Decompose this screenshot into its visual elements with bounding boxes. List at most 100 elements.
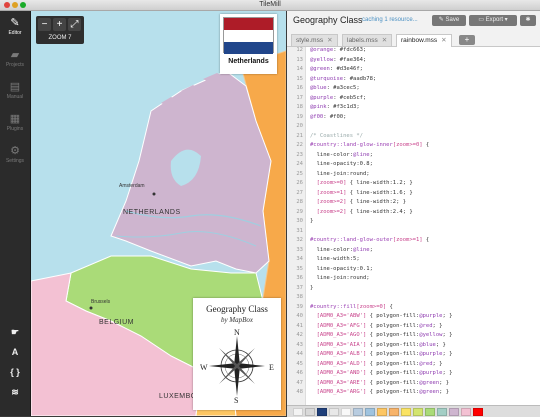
color-swatch[interactable]: [317, 408, 327, 416]
map-viewport[interactable]: Amsterdam NETHERLANDS Brussels BELGIUM L…: [31, 11, 286, 416]
pointer-icon[interactable]: ☛: [8, 325, 22, 339]
compass-s: S: [234, 396, 239, 405]
legend-subtitle: by MapBox: [220, 316, 254, 324]
folder-icon: ▰: [10, 49, 20, 61]
line-number: 40: [296, 313, 303, 319]
color-swatch[interactable]: [353, 408, 363, 416]
color-swatch[interactable]: [365, 408, 375, 416]
line-number: 31: [296, 227, 303, 234]
zoom-control: − + ⤢ ZOOM 7: [36, 16, 84, 44]
sidebar-item-label: Projects: [5, 62, 25, 68]
code-line: }: [310, 284, 314, 291]
save-button[interactable]: ✎ Save: [432, 15, 466, 26]
code-line: [ADM0_A3='ABW'] { polygon-fill:@purple; …: [316, 313, 453, 319]
sidebar-item-projects[interactable]: ▰ Projects: [0, 49, 30, 68]
tab-labels-mss[interactable]: labels.mss ✕: [342, 34, 393, 46]
code-line: line-width:5;: [310, 256, 360, 262]
close-icon[interactable]: ✕: [327, 37, 332, 44]
line-number: 42: [296, 332, 303, 338]
line-number: 17: [296, 94, 303, 101]
code-line: @orange: #fdc663;: [310, 47, 367, 53]
color-swatch-bar: [287, 405, 540, 417]
line-number: 48: [296, 389, 303, 395]
add-tab-button[interactable]: +: [459, 35, 475, 45]
flag-stripe-white: [224, 30, 273, 42]
zoom-in-button[interactable]: +: [53, 18, 66, 31]
braces-icon[interactable]: { }: [8, 365, 22, 379]
line-number: 36: [296, 275, 303, 281]
sidebar-item-settings[interactable]: ⚙ Settings: [0, 145, 30, 164]
line-number: 32: [296, 237, 303, 243]
color-swatch[interactable]: [341, 408, 351, 416]
font-icon[interactable]: A: [8, 345, 22, 359]
line-number: 15: [296, 75, 303, 82]
color-swatch[interactable]: [293, 408, 303, 416]
zoom-level-label: ZOOM 7: [48, 35, 72, 41]
code-line: [ADM0_A3='ARG'] { polygon-fill:@green; }: [316, 389, 450, 395]
compass-rose-icon: [209, 336, 265, 396]
color-swatch[interactable]: [413, 408, 423, 416]
export-button[interactable]: ▭ Export ▾: [469, 15, 517, 26]
code-line: line-color:@line;: [310, 246, 373, 253]
sidebar-item-editor[interactable]: ✎ Editor: [0, 17, 30, 36]
line-number: 26: [296, 180, 303, 186]
color-swatch[interactable]: [329, 408, 339, 416]
line-number: 18: [296, 104, 303, 110]
pencil-icon: ✎: [10, 17, 20, 29]
code-line: [ADM0_A3='ALB'] { polygon-fill:@purple; …: [316, 351, 453, 357]
status-text: caching 1 resource...: [362, 17, 418, 23]
line-number: 38: [296, 294, 303, 300]
sidebar-item-label: Settings: [5, 158, 25, 164]
tab-rainbow-mss[interactable]: rainbow.mss ✕: [396, 34, 452, 47]
color-swatch[interactable]: [437, 408, 447, 416]
line-number: 35: [296, 265, 303, 272]
code-line: @blue: #a3cec5;: [310, 85, 360, 91]
color-swatch[interactable]: [305, 408, 315, 416]
flag-caption: Netherlands: [228, 58, 269, 65]
color-swatch[interactable]: [461, 408, 471, 416]
belgium-label: BELGIUM: [99, 319, 135, 326]
color-swatch[interactable]: [377, 408, 387, 416]
stylesheet-tabs: style.mss ✕ labels.mss ✕ rainbow.mss ✕ +: [287, 32, 540, 47]
line-number: 45: [296, 360, 303, 367]
project-title: Geography Class: [293, 15, 363, 25]
tab-style-mss[interactable]: style.mss ✕: [291, 34, 338, 46]
sidebar-item-label: Plugins: [6, 126, 24, 132]
sidebar-item-manual[interactable]: ▤ Manual: [0, 81, 30, 100]
line-number: 28: [296, 199, 303, 205]
line-number: 44: [296, 351, 303, 357]
export-label: Export: [485, 17, 503, 23]
code-line: [ADM0_A3='ALD'] { polygon-fill:@red; }: [316, 360, 443, 367]
code-editor[interactable]: 12 13 14 15 16 17 18 19 20 21 22 23 24 25 26 27 28 29 30 31…: [287, 47, 540, 405]
line-number: 22: [296, 142, 303, 148]
window-titlebar: TileMill: [0, 0, 540, 11]
line-number: 25: [296, 170, 303, 177]
plugin-icon: ▦: [9, 113, 21, 125]
save-label: Save: [445, 17, 460, 23]
map-legend: Geography Class by MapBox N W E S: [193, 298, 281, 410]
code-line: [ADM0_A3='AIA'] { polygon-fill:@blue; }: [316, 341, 446, 348]
close-icon[interactable]: ✕: [441, 37, 446, 44]
color-swatch[interactable]: [401, 408, 411, 416]
color-swatch[interactable]: [389, 408, 399, 416]
sidebar-item-plugins[interactable]: ▦ Plugins: [0, 113, 30, 132]
code-line: [zoom>=2] { line-width:2; }: [316, 199, 407, 205]
zoom-out-button[interactable]: −: [38, 18, 51, 31]
compass-e: E: [269, 363, 274, 372]
compass-n: N: [234, 328, 240, 337]
layers-icon[interactable]: ≋: [8, 385, 22, 399]
line-number: 14: [296, 66, 303, 72]
brussels-dot: [89, 306, 93, 310]
wrench-button[interactable]: ✱: [520, 15, 536, 26]
fullscreen-button[interactable]: ⤢: [68, 18, 81, 31]
line-number: 47: [296, 379, 303, 386]
code-line: line-opacity:0.1;: [310, 265, 373, 272]
sidebar-item-label: Manual: [6, 94, 24, 100]
color-swatch[interactable]: [449, 408, 459, 416]
sidebar-item-label: Editor: [8, 30, 22, 36]
wrench-icon: ✱: [525, 17, 531, 23]
flag-stripe-blue: [224, 42, 273, 54]
color-swatch[interactable]: [473, 408, 483, 416]
close-icon[interactable]: ✕: [382, 37, 387, 44]
color-swatch[interactable]: [425, 408, 435, 416]
